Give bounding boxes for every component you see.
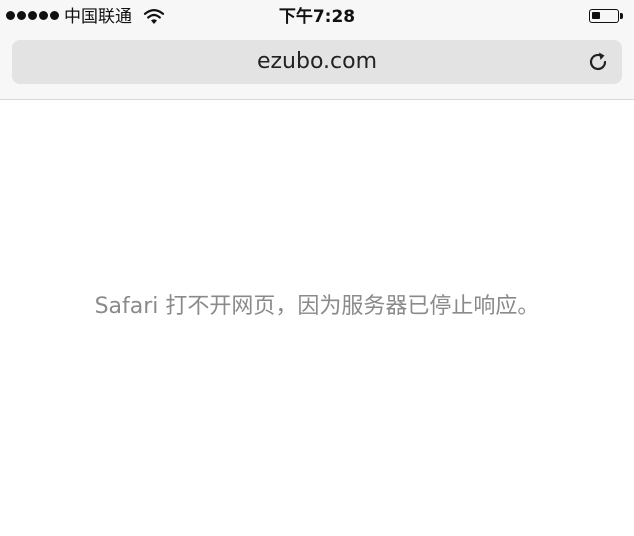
battery-icon [589,9,625,25]
reload-icon[interactable] [586,50,610,74]
browser-chrome: 中国联通 下午7:28 ezubo.com [0,0,634,100]
status-time: 下午7:28 [278,7,356,27]
status-bar: 中国联通 下午7:28 [0,0,634,34]
battery-fill [592,12,600,19]
error-message: Safari 打不开网页，因为服务器已停止响应。 [94,294,540,319]
battery-shell [589,9,619,23]
address-bar[interactable]: ezubo.com [12,40,622,84]
url-text[interactable]: ezubo.com [12,40,622,84]
battery-nub [620,13,623,19]
